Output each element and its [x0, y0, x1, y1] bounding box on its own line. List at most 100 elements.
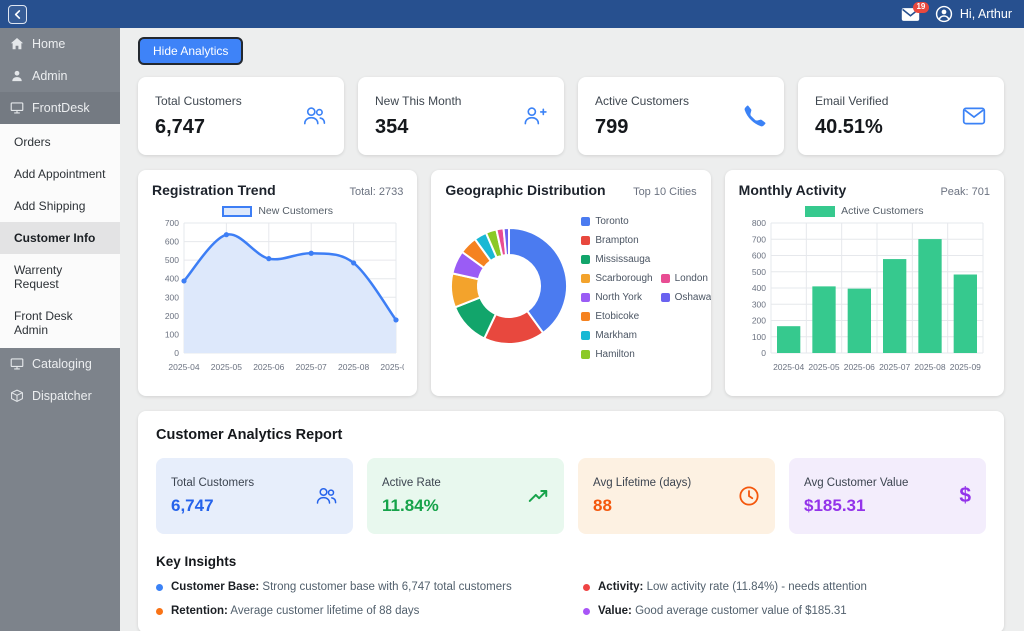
sidebar-item-add-shipping[interactable]: Add Shipping [0, 190, 120, 222]
legend-item: Oshawa [661, 288, 711, 307]
svg-text:700: 700 [165, 218, 179, 228]
legend-label: New Customers [258, 205, 333, 217]
sidebar-item-cataloging[interactable]: Cataloging [0, 348, 120, 380]
insight-customer-base: Customer Base: Strong customer base with… [156, 581, 559, 593]
legend-swatch [581, 217, 590, 226]
svg-text:2025-09: 2025-09 [949, 362, 980, 372]
insight-activity: Activity: Low activity rate (11.84%) - n… [583, 581, 986, 593]
svg-text:2025-04: 2025-04 [168, 362, 199, 372]
package-icon [10, 389, 24, 403]
svg-text:2025-05: 2025-05 [211, 362, 242, 372]
topbar-right: 19 Hi, Arthur [901, 5, 1012, 23]
phone-icon [743, 104, 767, 128]
svg-text:400: 400 [165, 274, 179, 284]
svg-text:400: 400 [751, 283, 765, 293]
insight-retention: Retention: Average customer lifetime of … [156, 605, 559, 617]
sidebar-item-dispatcher[interactable]: Dispatcher [0, 380, 120, 412]
greeting-text: Hi, Arthur [960, 7, 1012, 21]
legend-swatch [581, 274, 590, 283]
report-title: Customer Analytics Report [156, 427, 986, 443]
sidebar-item-label: Dispatcher [32, 389, 92, 403]
monitor-icon [10, 357, 24, 371]
svg-text:200: 200 [751, 316, 765, 326]
bar-legend: Active Customers [739, 205, 990, 217]
stat-value: 354 [375, 116, 461, 139]
back-button[interactable] [8, 5, 27, 24]
sidebar-item-front-desk-admin[interactable]: Front Desk Admin [0, 300, 120, 346]
sidebar-item-customer-info[interactable]: Customer Info [0, 222, 120, 254]
chart-subtitle: Top 10 Cities [633, 186, 697, 198]
svg-text:2025-07: 2025-07 [296, 362, 327, 372]
stat-value: 6,747 [155, 116, 242, 139]
charts-row: Registration Trend Total: 2733 New Custo… [138, 170, 1004, 396]
sidebar-item-frontdesk[interactable]: FrontDesk [0, 92, 120, 124]
mini-label: Total Customers [171, 477, 254, 489]
svg-text:100: 100 [751, 332, 765, 342]
bullet-icon [156, 584, 163, 591]
svg-text:2025-06: 2025-06 [253, 362, 284, 372]
mini-label: Avg Lifetime (days) [593, 477, 691, 489]
svg-text:700: 700 [751, 234, 765, 244]
sidebar-item-label: Admin [32, 69, 67, 83]
chart-svg: 01002003004005006007002025-042025-052025… [152, 217, 404, 377]
geographic-distribution-plot [445, 222, 573, 355]
stat-value: 799 [595, 116, 689, 139]
svg-text:100: 100 [165, 329, 179, 339]
trend-up-icon [527, 485, 549, 507]
pie-legend: TorontoBramptonMississaugaScarboroughNor… [581, 212, 710, 364]
svg-text:500: 500 [751, 267, 765, 277]
legend-item: Etobicoke [581, 307, 652, 326]
mini-value: $185.31 [804, 496, 908, 516]
legend-item: Markham [581, 326, 652, 345]
svg-text:2025-05: 2025-05 [808, 362, 839, 372]
person-icon [10, 69, 24, 83]
stat-card-new-this-month: New This Month 354 [358, 77, 564, 155]
home-icon [10, 37, 24, 51]
report-card-avg-lifetime: Avg Lifetime (days) 88 [578, 458, 775, 534]
legend-swatch [581, 236, 590, 245]
mini-label: Active Rate [382, 477, 441, 489]
chevron-left-icon [13, 10, 22, 19]
main-content: Hide Analytics Total Customers 6,747 New… [120, 28, 1024, 631]
chart-title: Monthly Activity [739, 182, 847, 198]
sidebar-item-warrenty-request[interactable]: Warrenty Request [0, 254, 120, 300]
svg-text:500: 500 [165, 255, 179, 265]
mini-value: 6,747 [171, 496, 254, 516]
legend-item: Hamilton [581, 345, 652, 364]
user-menu[interactable]: Hi, Arthur [935, 5, 1012, 23]
svg-text:2025-08: 2025-08 [914, 362, 945, 372]
sidebar-item-label: FrontDesk [32, 101, 90, 115]
chart-subtitle: Total: 2733 [350, 186, 404, 198]
legend-swatch [581, 312, 590, 321]
svg-text:600: 600 [751, 251, 765, 261]
svg-text:2025-08: 2025-08 [338, 362, 369, 372]
sidebar-item-orders[interactable]: Orders [0, 126, 120, 158]
sidebar-item-home[interactable]: Home [0, 28, 120, 60]
legend-item: Mississauga [581, 250, 652, 269]
registration-trend-card: Registration Trend Total: 2733 New Custo… [138, 170, 417, 396]
hide-analytics-button[interactable]: Hide Analytics [138, 37, 243, 65]
envelope-icon [961, 103, 987, 129]
person-plus-icon [521, 103, 547, 129]
people-icon [301, 103, 327, 129]
legend-swatch [581, 293, 590, 302]
frontdesk-submenu: Orders Add Appointment Add Shipping Cust… [0, 124, 120, 348]
svg-text:2025-07: 2025-07 [879, 362, 910, 372]
sidebar-item-admin[interactable]: Admin [0, 60, 120, 92]
monthly-activity-plot: 01002003004005006007008002025-042025-052… [739, 217, 990, 382]
legend-swatch [581, 331, 590, 340]
stats-row: Total Customers 6,747 New This Month 354 [138, 77, 1004, 155]
insight-value: Value: Good average customer value of $1… [583, 605, 986, 617]
legend-swatch [661, 274, 670, 283]
svg-text:0: 0 [174, 348, 179, 358]
chart-subtitle: Peak: 701 [940, 186, 990, 198]
svg-text:300: 300 [165, 292, 179, 302]
sidebar-item-add-appointment[interactable]: Add Appointment [0, 158, 120, 190]
legend-swatch [222, 206, 252, 217]
bullet-icon [156, 608, 163, 615]
mini-value: 11.84% [382, 496, 441, 516]
legend-item: North York [581, 288, 652, 307]
mail-button[interactable]: 19 [901, 7, 920, 22]
svg-text:2025-09: 2025-09 [380, 362, 404, 372]
legend-label: Active Customers [841, 205, 923, 217]
